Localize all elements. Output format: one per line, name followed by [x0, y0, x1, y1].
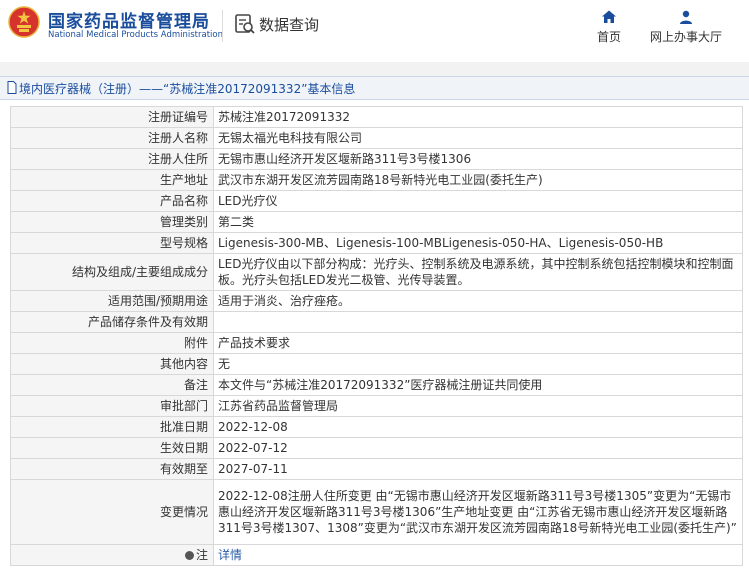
detail-table: 注册证编号 苏械注准20172091332 注册人名称 无锡太福光电科技有限公司 注…: [10, 106, 743, 566]
field-value: LED光疗仪: [213, 190, 743, 212]
field-label: 有效期至: [10, 458, 214, 480]
field-label: 适用范围/预期用途: [10, 290, 214, 312]
field-value: 无锡市惠山经济开发区堰新路311号3号楼1306: [213, 148, 743, 170]
detail-row: 附件 产品技术要求: [10, 332, 743, 354]
field-value: Ligenesis-300-MB、Ligenesis-100-MBLigenes…: [213, 232, 743, 254]
field-label: 审批部门: [10, 395, 214, 417]
detail-row: 注册人名称 无锡太福光电科技有限公司: [10, 127, 743, 149]
field-label: 结构及组成/主要组成成分: [10, 253, 214, 291]
nav-online-service[interactable]: 网上办事大厅: [650, 9, 722, 45]
field-value: 2022-07-12: [213, 437, 743, 459]
field-label: 管理类别: [10, 211, 214, 233]
field-value: 2022-12-08注册人住所变更 由“无锡市惠山经济开发区堰新路311号3号楼…: [213, 479, 743, 545]
detail-row: 审批部门 江苏省药品监督管理局: [10, 395, 743, 417]
field-value: 2022-12-08: [213, 416, 743, 438]
org-name-cn: 国家药品监督管理局: [48, 12, 210, 32]
field-label: 生产地址: [10, 169, 214, 191]
data-query-label: 数据查询: [259, 15, 320, 34]
detail-row: 产品储存条件及有效期: [10, 311, 743, 333]
national-emblem-icon: [8, 6, 40, 38]
nav-online-service-label: 网上办事大厅: [650, 30, 723, 44]
data-query-link[interactable]: 数据查询: [234, 12, 319, 36]
field-value: [213, 311, 743, 333]
detail-row: 批准日期 2022-12-08: [10, 416, 743, 438]
record-title-bar: 境内医疗器械（注册）——“苏械注准20172091332”基本信息: [0, 76, 749, 100]
user-icon: [680, 10, 692, 24]
nav-home[interactable]: 首页: [597, 9, 621, 45]
field-label: 型号规格: [10, 232, 214, 254]
note-row: 注 详情: [10, 544, 743, 566]
detail-row: 有效期至 2027-07-11: [10, 458, 743, 480]
field-value: 适用于消炎、治疗痤疮。: [213, 290, 743, 312]
field-label: 注册证编号: [10, 106, 214, 128]
detail-row: 变更情况 2022-12-08注册人住所变更 由“无锡市惠山经济开发区堰新路311…: [10, 479, 743, 545]
field-label: 生效日期: [10, 437, 214, 459]
detail-row: 产品名称 LED光疗仪: [10, 190, 743, 212]
field-label: 其他内容: [10, 353, 214, 375]
org-name-en: National Medical Products Administration: [48, 30, 223, 40]
detail-row: 生产地址 武汉市东湖开发区流芳园南路18号新特光电工业园(委托生产): [10, 169, 743, 191]
detail-row: 备注 本文件与“苏械注准20172091332”医疗器械注册证共同使用: [10, 374, 743, 396]
field-label: 注册人名称: [10, 127, 214, 149]
field-value: 无锡太福光电科技有限公司: [213, 127, 743, 149]
detail-row: 其他内容无: [10, 353, 743, 375]
field-label: 批准日期: [10, 416, 214, 438]
note-value-cell: 详情: [213, 544, 743, 566]
detail-row: 注册证编号 苏械注准20172091332: [10, 106, 743, 128]
info-icon: [184, 551, 194, 560]
data-query-icon: [235, 14, 255, 34]
detail-row: 适用范围/预期用途 适用于消炎、治疗痤疮。: [10, 290, 743, 312]
document-icon: [7, 81, 17, 94]
field-value: LED光疗仪由以下部分构成：光疗头、控制系统及电源系统，其中控制系统包括控制模块…: [213, 253, 743, 291]
field-value: 江苏省药品监督管理局: [213, 395, 743, 417]
detail-row: 注册人住所 无锡市惠山经济开发区堰新路311号3号楼1306: [10, 148, 743, 170]
field-label: 变更情况: [10, 479, 214, 545]
field-value: 武汉市东湖开发区流芳园南路18号新特光电工业园(委托生产): [213, 169, 743, 191]
note-label-cell: 注: [10, 544, 214, 566]
record-title: 境内医疗器械（注册）——“苏械注准20172091332”基本信息: [19, 82, 356, 96]
field-label: 备注: [10, 374, 214, 396]
header-band: [0, 62, 749, 76]
detail-row: 型号规格 Ligenesis-300-MB、Ligenesis-100-MBLig…: [10, 232, 743, 254]
field-value: 第二类: [213, 211, 743, 233]
header-divider: [222, 10, 223, 42]
field-label: 产品名称: [10, 190, 214, 212]
note-label: 注: [195, 548, 208, 562]
field-label: 产品储存条件及有效期: [10, 311, 214, 333]
detail-row: 结构及组成/主要组成成分 LED光疗仪由以下部分构成：光疗头、控制系统及电源系统，…: [10, 253, 743, 291]
site-header: 国家药品监督管理局 National Medical Products Admi…: [0, 0, 749, 63]
details-link[interactable]: 详情: [218, 548, 242, 562]
field-value: 无: [213, 353, 743, 375]
detail-table-container: 注册证编号 苏械注准20172091332 注册人名称 无锡太福光电科技有限公司 注…: [10, 106, 743, 566]
field-value: 本文件与“苏械注准20172091332”医疗器械注册证共同使用: [213, 374, 743, 396]
field-value: 苏械注准20172091332: [213, 106, 743, 128]
detail-row: 生效日期 2022-07-12: [10, 437, 743, 459]
field-label: 注册人住所: [10, 148, 214, 170]
field-value: 2027-07-11: [213, 458, 743, 480]
nav-home-label: 首页: [597, 30, 622, 44]
field-value: 产品技术要求: [213, 332, 743, 354]
field-label: 附件: [10, 332, 214, 354]
detail-row: 管理类别 第二类: [10, 211, 743, 233]
home-icon: [602, 10, 616, 23]
